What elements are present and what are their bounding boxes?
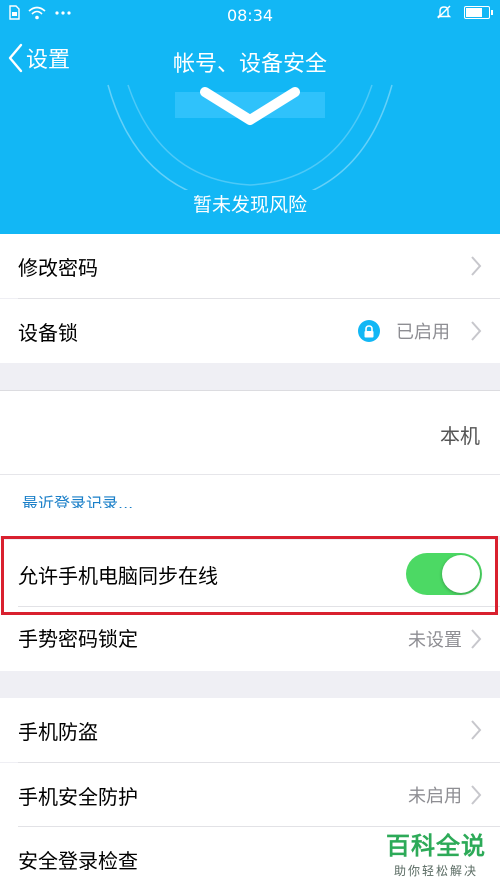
- risk-status-text: 暂未发现风险: [192, 194, 307, 216]
- watermark-subtitle: 助你轻松解决: [393, 864, 478, 878]
- security-shield-graphic: [107, 84, 393, 190]
- chevron-right-icon: [471, 256, 482, 276]
- login-devices-section: 本机 最近登录记录...: [0, 390, 500, 513]
- this-device-item[interactable]: 本机: [440, 420, 480, 449]
- status-icons-right: [436, 4, 493, 20]
- device-lock-status: 已启用: [396, 322, 450, 343]
- battery-icon: [464, 5, 493, 19]
- anti-theft-label: 手机防盗: [18, 720, 98, 744]
- gesture-lock-row[interactable]: 手势密码锁定 未设置: [0, 607, 500, 671]
- toggle-knob: [442, 555, 480, 593]
- sync-online-label: 允许手机电脑同步在线: [18, 564, 218, 588]
- chevron-right-icon: [471, 785, 482, 805]
- watermark-title: 百科全说: [386, 832, 486, 860]
- device-lock-label: 设备锁: [18, 321, 78, 345]
- change-password-row[interactable]: 修改密码: [0, 234, 500, 298]
- divider: [0, 474, 500, 475]
- spacer: [0, 508, 500, 536]
- nav-bar: 设置 帐号、设备安全: [0, 36, 500, 86]
- sync-online-row[interactable]: 允许手机电脑同步在线: [0, 540, 500, 608]
- divider: [0, 390, 500, 391]
- lock-icon: [358, 320, 380, 342]
- status-bar: 08:34: [0, 0, 500, 30]
- login-check-label: 安全登录检查: [18, 849, 138, 873]
- mute-bell-icon: [436, 5, 452, 19]
- status-time: 08:34: [226, 6, 274, 25]
- chevron-right-icon: [471, 321, 482, 341]
- sync-online-toggle[interactable]: [406, 553, 482, 595]
- gesture-lock-status: 未设置: [408, 630, 462, 651]
- chevron-right-icon: [471, 629, 482, 649]
- security-protection-status: 未启用: [408, 786, 462, 807]
- device-lock-row[interactable]: 设备锁 已启用: [0, 299, 500, 363]
- gesture-lock-label: 手势密码锁定: [18, 627, 138, 651]
- chevron-right-icon: [471, 720, 482, 740]
- security-protection-row[interactable]: 手机安全防护 未启用: [0, 763, 500, 827]
- change-password-label: 修改密码: [18, 256, 98, 280]
- page-title: 帐号、设备安全: [172, 52, 327, 77]
- watermark-logo: 百科全说 助你轻松解决: [386, 826, 486, 879]
- header: 08:34 设置 帐号、设备安全 暂未发现风险: [0, 0, 500, 234]
- security-protection-label: 手机安全防护: [18, 785, 138, 809]
- anti-theft-row[interactable]: 手机防盗: [0, 698, 500, 762]
